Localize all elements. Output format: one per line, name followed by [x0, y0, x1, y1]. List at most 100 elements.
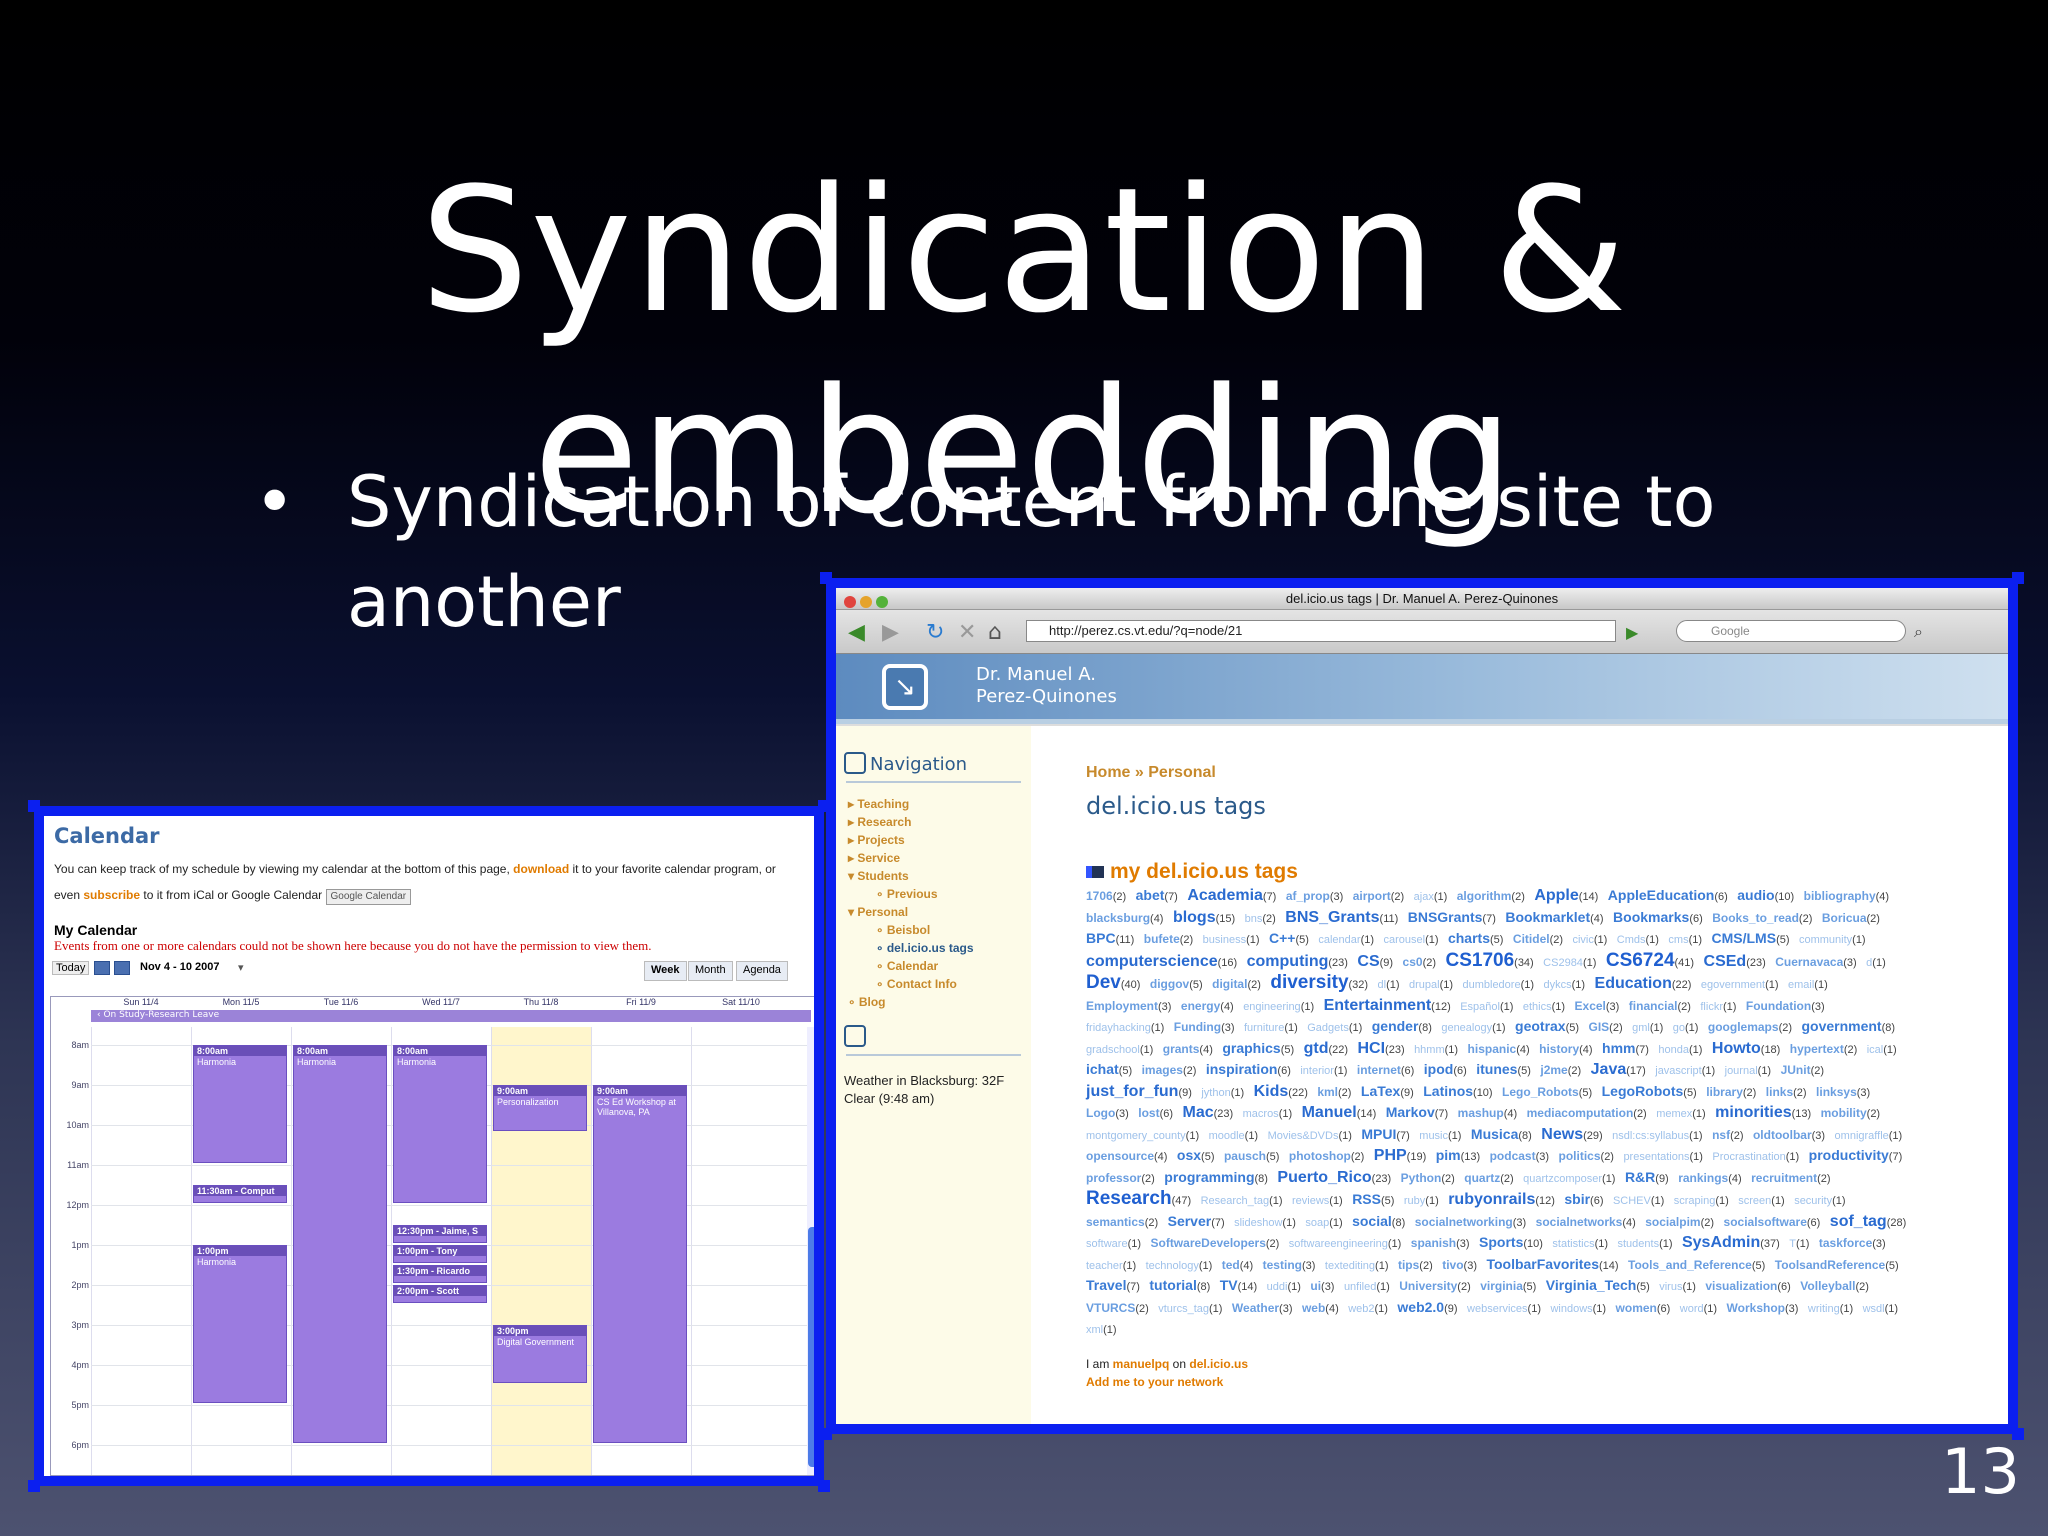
tag-link[interactable]: interior(1): [1300, 1065, 1347, 1077]
tag-link[interactable]: diversity(32): [1270, 972, 1368, 993]
tag-link[interactable]: webservices(1): [1467, 1303, 1541, 1315]
tag-link[interactable]: sof_tag(28): [1830, 1213, 1906, 1230]
tag-link[interactable]: Manuel(14): [1302, 1104, 1377, 1121]
tag-link[interactable]: drupal(1): [1409, 979, 1453, 991]
tag-link[interactable]: ical(1): [1867, 1044, 1897, 1056]
tag-link[interactable]: Bookmarks(6): [1613, 909, 1703, 925]
day-header[interactable]: Thu 11/8: [491, 997, 591, 1009]
tag-link[interactable]: ichat(5): [1086, 1061, 1132, 1077]
tag-link[interactable]: News(29): [1541, 1126, 1602, 1143]
tag-link[interactable]: j2me(2): [1540, 1063, 1581, 1077]
tag-link[interactable]: mashup(4): [1458, 1106, 1517, 1120]
tag-link[interactable]: Markov(7): [1386, 1104, 1448, 1120]
tag-link[interactable]: xml(1): [1086, 1324, 1117, 1336]
tag-link[interactable]: politics(2): [1559, 1149, 1614, 1163]
tag-link[interactable]: quartzcomposer(1): [1523, 1173, 1615, 1185]
calendar-event[interactable]: 8:00am Harmonia: [393, 1045, 487, 1203]
tag-link[interactable]: unfiled(1): [1344, 1281, 1390, 1293]
tag-link[interactable]: Java(17): [1591, 1061, 1646, 1078]
tag-link[interactable]: 1706(2): [1086, 889, 1126, 903]
tag-link[interactable]: teacher(1): [1086, 1260, 1136, 1272]
tag-link[interactable]: wsdl(1): [1863, 1303, 1898, 1315]
resize-handle[interactable]: [2012, 572, 2024, 584]
tag-link[interactable]: javascript(1): [1655, 1065, 1715, 1077]
tag-link[interactable]: LegoRobots(5): [1602, 1083, 1697, 1099]
tag-link[interactable]: Apple(14): [1534, 887, 1598, 904]
tag-link[interactable]: ui(3): [1310, 1279, 1334, 1293]
tag-link[interactable]: social(8): [1352, 1213, 1405, 1229]
tag-link[interactable]: women(6): [1616, 1301, 1671, 1315]
tag-link[interactable]: algorithm(2): [1457, 889, 1525, 903]
tag-link[interactable]: programming(8): [1164, 1169, 1268, 1185]
tag-link[interactable]: honda(1): [1658, 1044, 1702, 1056]
tag-link[interactable]: opensource(4): [1086, 1149, 1167, 1163]
tag-link[interactable]: Kids(22): [1254, 1083, 1308, 1100]
tag-link[interactable]: gml(1): [1632, 1022, 1663, 1034]
tag-link[interactable]: hmm(7): [1602, 1040, 1649, 1056]
tag-link[interactable]: Entertainment(12): [1324, 997, 1451, 1014]
google-calendar-button[interactable]: Google Calendar: [325, 889, 412, 905]
tag-link[interactable]: energy(4): [1181, 999, 1234, 1013]
tag-link[interactable]: Workshop(3): [1727, 1301, 1799, 1315]
tag-link[interactable]: web2.0(9): [1397, 1299, 1457, 1315]
tag-link[interactable]: Research_tag(1): [1201, 1195, 1283, 1207]
tag-link[interactable]: mediacomputation(2): [1527, 1106, 1647, 1120]
tag-link[interactable]: bns(2): [1245, 913, 1276, 925]
home-icon[interactable]: ⌂: [988, 620, 1002, 645]
sidebar-item-teaching[interactable]: ▸ Teaching: [848, 795, 1031, 813]
tag-link[interactable]: BNS_Grants(11): [1285, 909, 1398, 926]
tag-link[interactable]: web2(1): [1348, 1303, 1388, 1315]
tag-link[interactable]: flickr(1): [1700, 1001, 1736, 1013]
sidebar-item-del-icio-us-tags[interactable]: ∘ del.icio.us tags: [848, 939, 1031, 957]
tag-link[interactable]: Foundation(3): [1746, 999, 1825, 1013]
next-week-icon[interactable]: [114, 961, 130, 975]
tag-link[interactable]: lost(6): [1138, 1106, 1173, 1120]
tag-link[interactable]: Movies&DVDs(1): [1268, 1130, 1352, 1142]
minimize-icon[interactable]: [860, 596, 872, 608]
tag-link[interactable]: dykcs(1): [1543, 979, 1585, 991]
tag-link[interactable]: software(1): [1086, 1238, 1141, 1250]
site-name[interactable]: Dr. Manuel A. Perez-Quinones: [976, 664, 1117, 708]
tag-link[interactable]: TV(14): [1220, 1277, 1257, 1293]
scroll-thumb[interactable]: [808, 1227, 814, 1467]
tag-link[interactable]: Procrastination(1): [1712, 1151, 1799, 1163]
stop-icon[interactable]: ✕: [958, 620, 976, 645]
tag-link[interactable]: soap(1): [1305, 1217, 1342, 1229]
calendar-event[interactable]: 1:00pm - Tony: [393, 1245, 487, 1263]
tab-month[interactable]: Month: [688, 961, 733, 981]
tag-link[interactable]: email(1): [1788, 979, 1828, 991]
search-input[interactable]: Google: [1676, 620, 1906, 642]
tag-link[interactable]: osx(5): [1177, 1147, 1215, 1163]
tag-link[interactable]: community(1): [1799, 934, 1866, 946]
tag-link[interactable]: civic(1): [1572, 934, 1607, 946]
day-header[interactable]: Wed 11/7: [391, 997, 491, 1009]
tag-link[interactable]: ajax(1): [1414, 891, 1448, 903]
tag-link[interactable]: web(4): [1302, 1301, 1339, 1315]
tag-link[interactable]: virus(1): [1659, 1281, 1696, 1293]
prev-week-icon[interactable]: [94, 961, 110, 975]
tag-link[interactable]: Volleyball(2): [1800, 1279, 1869, 1293]
tag-link[interactable]: furniture(1): [1244, 1022, 1298, 1034]
tag-link[interactable]: ethics(1): [1523, 1001, 1565, 1013]
tag-link[interactable]: recruitment(2): [1751, 1171, 1830, 1185]
tag-link[interactable]: Python(2): [1401, 1171, 1455, 1185]
tag-link[interactable]: Virginia_Tech(5): [1546, 1277, 1650, 1293]
sidebar-item-beisbol[interactable]: ∘ Beisbol: [848, 921, 1031, 939]
tag-link[interactable]: charts(5): [1448, 930, 1503, 946]
user-link[interactable]: manuelpq: [1113, 1357, 1170, 1371]
tag-link[interactable]: CS6724(41): [1606, 950, 1694, 971]
sidebar-item-personal[interactable]: ▾ Personal: [848, 903, 1031, 921]
tag-link[interactable]: rubyonrails(12): [1448, 1191, 1555, 1208]
tag-link[interactable]: blogs(15): [1173, 909, 1235, 926]
tag-link[interactable]: Mac(23): [1182, 1104, 1233, 1121]
tag-link[interactable]: hypertext(2): [1790, 1042, 1857, 1056]
tag-link[interactable]: podcast(3): [1490, 1149, 1549, 1163]
tag-link[interactable]: linksys(3): [1816, 1085, 1870, 1099]
tag-link[interactable]: C++(5): [1269, 930, 1309, 946]
tag-link[interactable]: jython(1): [1201, 1087, 1244, 1099]
tag-link[interactable]: dl(1): [1378, 979, 1400, 991]
tag-link[interactable]: history(4): [1539, 1042, 1592, 1056]
calendar-scrollbar[interactable]: [807, 1027, 814, 1475]
tag-link[interactable]: links(2): [1766, 1085, 1807, 1099]
tag-link[interactable]: abet(7): [1136, 887, 1178, 903]
